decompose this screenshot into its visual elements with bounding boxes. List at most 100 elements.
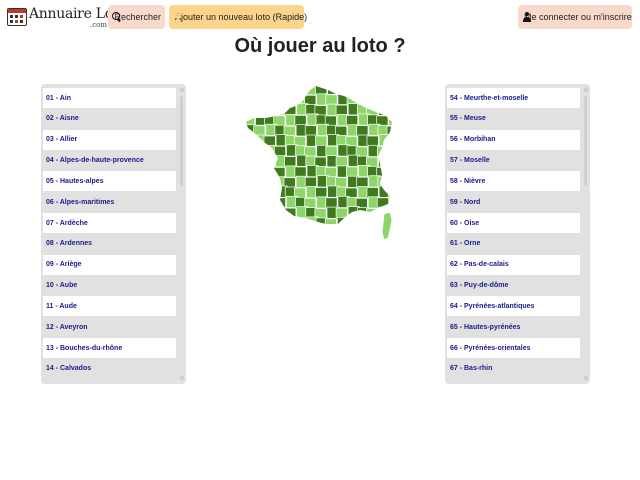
department-region[interactable] — [336, 217, 349, 228]
scroll-down-arrow[interactable] — [180, 376, 184, 380]
department-region[interactable] — [293, 85, 306, 97]
department-region[interactable] — [378, 103, 391, 116]
department-region[interactable] — [357, 84, 370, 96]
department-item[interactable]: 05 - Hautes-alpes — [43, 171, 176, 192]
department-region[interactable] — [252, 94, 265, 107]
department-region[interactable] — [245, 175, 257, 188]
department-item[interactable]: 07 - Ardèche — [43, 213, 176, 234]
department-region[interactable] — [244, 166, 256, 179]
department-region[interactable] — [346, 218, 359, 229]
department-item[interactable]: 59 - Nord — [447, 192, 580, 213]
department-region[interactable] — [244, 85, 255, 97]
department-region[interactable] — [264, 196, 277, 209]
department-item[interactable]: 03 - Allier — [43, 129, 176, 150]
department-item[interactable]: 12 - Aveyron — [43, 317, 176, 338]
site-logo[interactable]: Annuaire Loto .com — [7, 6, 127, 30]
department-region[interactable] — [244, 93, 256, 106]
department-region[interactable] — [275, 84, 288, 95]
department-region[interactable] — [378, 155, 391, 168]
department-region[interactable] — [263, 105, 276, 118]
department-regions[interactable] — [244, 84, 398, 230]
department-item[interactable]: 64 - Pyrénées-atlantiques — [447, 296, 580, 317]
department-region[interactable] — [387, 104, 398, 117]
department-region[interactable] — [324, 218, 337, 230]
department-item[interactable]: 55 - Meuse — [447, 108, 580, 129]
department-region[interactable] — [244, 196, 256, 209]
department-region[interactable] — [284, 207, 297, 220]
department-region[interactable] — [245, 206, 257, 219]
department-item[interactable]: 62 - Pas-de-calais — [447, 254, 580, 275]
department-region[interactable] — [264, 217, 277, 229]
scrollbar[interactable] — [180, 88, 184, 380]
scrollbar-thumb[interactable] — [584, 96, 587, 186]
department-region[interactable] — [336, 84, 349, 96]
department-region[interactable] — [273, 218, 286, 230]
department-region[interactable] — [367, 217, 380, 229]
login-button[interactable]: Me connecter ou m'inscrire — [518, 5, 632, 29]
department-region[interactable] — [387, 156, 398, 169]
department-region[interactable] — [285, 217, 298, 228]
department-region[interactable] — [252, 146, 265, 159]
france-departments-map[interactable] — [244, 84, 398, 242]
add-loto-button[interactable]: Ajouter un nouveau loto (Rapide) — [169, 5, 307, 29]
department-region[interactable] — [273, 197, 286, 210]
department-region[interactable] — [389, 195, 398, 208]
department-list-left[interactable]: 01 - Ain 02 - Aisne 03 - Allier 04 - Alpes-… — [41, 84, 186, 384]
department-region[interactable] — [253, 155, 266, 168]
department-region[interactable] — [255, 165, 268, 178]
department-item[interactable]: 54 - Meurthe-et-moselle — [447, 88, 580, 108]
department-item[interactable]: 01 - Ain — [43, 88, 176, 108]
department-region[interactable] — [252, 197, 265, 210]
department-region[interactable] — [245, 154, 257, 167]
department-region[interactable] — [275, 206, 288, 219]
department-region[interactable] — [358, 216, 371, 228]
department-item[interactable]: 06 - Alpes-maritimes — [43, 192, 176, 213]
department-region[interactable] — [273, 94, 286, 107]
department-region[interactable] — [366, 85, 379, 97]
department-item[interactable]: 66 - Pyrénées-orientales — [447, 338, 580, 359]
department-region[interactable] — [253, 207, 266, 220]
department-region[interactable] — [244, 136, 255, 149]
department-region[interactable] — [254, 186, 267, 199]
corsica-region[interactable] — [381, 211, 393, 241]
department-item[interactable]: 67 - Bas-rhin — [447, 358, 580, 379]
department-item[interactable]: 63 - Puy-de-dôme — [447, 275, 580, 296]
department-region[interactable] — [244, 218, 256, 229]
department-item[interactable]: 14 - Calvados — [43, 358, 176, 379]
department-item[interactable]: 58 - Nièvre — [447, 171, 580, 192]
scroll-down-arrow[interactable] — [584, 376, 588, 380]
department-region[interactable] — [253, 104, 266, 117]
department-region[interactable] — [263, 156, 276, 169]
department-region[interactable] — [388, 165, 398, 178]
department-item[interactable]: 08 - Ardennes — [43, 233, 176, 254]
department-region[interactable] — [294, 218, 307, 229]
department-region[interactable] — [263, 187, 276, 200]
department-region[interactable] — [366, 208, 379, 221]
department-region[interactable] — [284, 84, 297, 96]
department-region[interactable] — [389, 92, 398, 105]
scroll-up-arrow[interactable] — [584, 88, 588, 92]
department-region[interactable] — [265, 175, 278, 188]
department-region[interactable] — [388, 114, 398, 127]
department-region[interactable] — [389, 144, 398, 157]
department-region[interactable] — [376, 145, 389, 158]
department-item[interactable]: 65 - Hautes-pyrénées — [447, 317, 580, 338]
department-region[interactable] — [254, 84, 267, 96]
department-region[interactable] — [327, 84, 340, 95]
department-item[interactable]: 02 - Aisne — [43, 108, 176, 129]
department-item[interactable]: 60 - Oise — [447, 213, 580, 234]
scrollbar[interactable] — [584, 88, 588, 380]
search-button[interactable]: Rechercher — [108, 5, 165, 29]
department-region[interactable] — [286, 92, 299, 105]
department-item[interactable]: 61 - Orne — [447, 233, 580, 254]
department-item[interactable]: 09 - Ariège — [43, 254, 176, 275]
department-item[interactable]: 11 - Aude — [43, 296, 176, 317]
department-item[interactable]: 57 - Moselle — [447, 150, 580, 171]
department-region[interactable] — [255, 216, 268, 228]
department-region[interactable] — [245, 103, 257, 116]
department-region[interactable] — [264, 93, 277, 106]
department-item[interactable]: 13 - Bouches-du-rhône — [43, 338, 176, 359]
department-region[interactable] — [345, 85, 358, 97]
department-region[interactable] — [367, 93, 380, 106]
department-region[interactable] — [244, 187, 255, 200]
